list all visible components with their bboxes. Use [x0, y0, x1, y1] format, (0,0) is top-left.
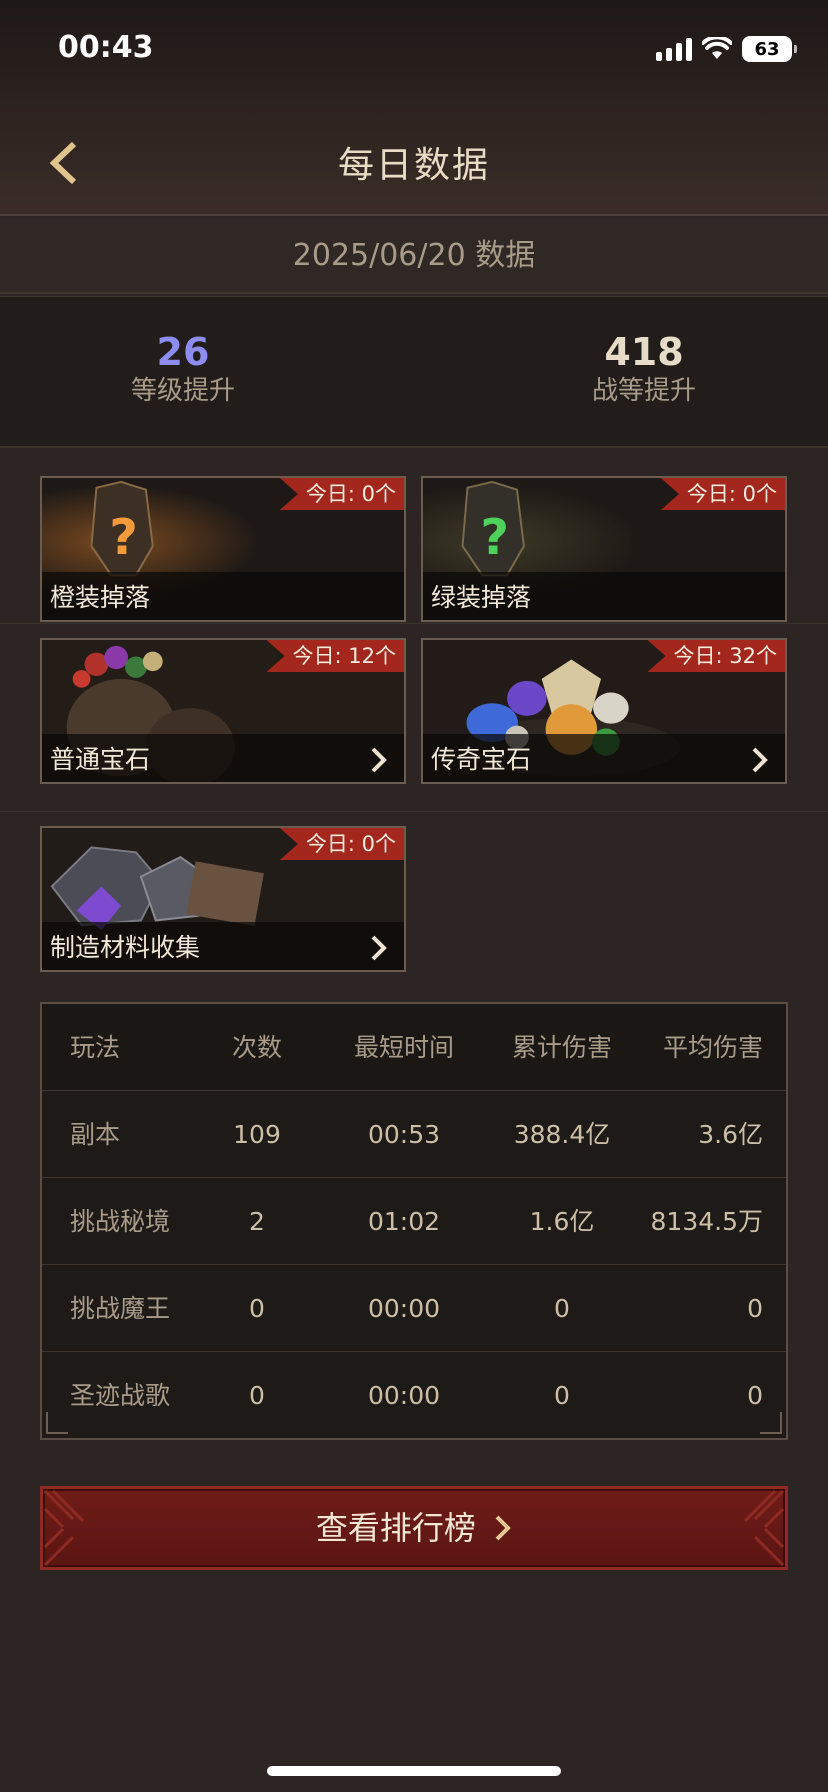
power-up-stat: 418 战等提升	[494, 331, 794, 409]
header-cell-count: 次数	[231, 1033, 282, 1062]
card-title: 橙装掉落	[50, 583, 151, 612]
cell-best-time: 01:02	[367, 1207, 441, 1236]
svg-text:?: ?	[480, 508, 509, 566]
cell-count: 109	[233, 1120, 281, 1149]
chevron-right-icon	[495, 1515, 511, 1541]
activity-stats-table: 玩法 次数 最短时间 累计伤害 平均伤害 副本 109 00:53 388.4亿…	[40, 1002, 788, 1440]
status-icons: 63	[656, 34, 797, 64]
cell-total-damage: 388.4亿	[513, 1120, 611, 1149]
cell-avg-damage: 8134.5万	[650, 1207, 763, 1236]
battery-icon: 63	[742, 36, 797, 62]
stats-panel: 26 等级提升 418 战等提升	[0, 296, 828, 448]
table-header-row: 玩法 次数 最短时间 累计伤害 平均伤害	[42, 1004, 786, 1091]
home-indicator[interactable]	[267, 1766, 561, 1776]
power-up-label: 战等提升	[591, 376, 696, 406]
table-row: 圣迹战歌 0 00:00 0 0	[42, 1352, 786, 1439]
drop-cards-area: ? 今日: 0个 橙装掉落 ? 今日: 0个 绿装掉落 今日: 12个 普通宝石…	[0, 450, 828, 1002]
cell-avg-damage: 0	[747, 1381, 763, 1410]
svg-text:?: ?	[109, 508, 138, 566]
today-count-badge: 今日: 12个	[266, 640, 404, 672]
chevron-right-icon	[371, 935, 387, 961]
card-crafting-materials[interactable]: 今日: 0个 制造材料收集	[40, 826, 406, 972]
today-count-badge: 今日: 0个	[660, 478, 785, 510]
cell-best-time: 00:53	[367, 1120, 441, 1149]
cell-best-time: 00:00	[367, 1381, 441, 1410]
card-normal-gems[interactable]: 今日: 12个 普通宝石	[40, 638, 406, 784]
cell-mode: 挑战魔王	[70, 1294, 171, 1323]
level-up-label: 等级提升	[130, 376, 235, 406]
wifi-icon	[702, 37, 732, 59]
cellular-signal-icon	[656, 37, 692, 61]
card-legendary-gems[interactable]: 今日: 32个 传奇宝石	[421, 638, 787, 784]
today-count-badge: 今日: 0个	[279, 478, 404, 510]
today-count-badge: 今日: 32个	[647, 640, 785, 672]
level-up-value: 26	[156, 330, 210, 374]
card-title: 制造材料收集	[50, 933, 201, 962]
daily-data-page: 00:43 63 每日数据 2025/06/20 数据 26 等级提升 418 …	[0, 0, 828, 1792]
cell-mode: 挑战秘境	[70, 1207, 171, 1236]
cell-count: 0	[249, 1294, 265, 1323]
header-cell-total-damage: 累计伤害	[511, 1033, 612, 1062]
header-cell-mode: 玩法	[70, 1033, 121, 1062]
cell-total-damage: 0	[554, 1381, 570, 1410]
chevron-right-icon	[752, 747, 768, 773]
battery-level: 63	[754, 38, 780, 60]
page-title: 每日数据	[337, 145, 490, 186]
cell-count: 2	[249, 1207, 265, 1236]
cell-mode: 圣迹战歌	[70, 1381, 171, 1410]
header-cell-best-time: 最短时间	[353, 1033, 454, 1062]
view-leaderboard-button[interactable]: 查看排行榜	[40, 1486, 788, 1570]
cell-mode: 副本	[70, 1120, 121, 1149]
table-row: 挑战魔王 0 00:00 0 0	[42, 1265, 786, 1352]
cell-avg-damage: 0	[747, 1294, 763, 1323]
cell-avg-damage: 3.6亿	[698, 1120, 763, 1149]
card-orange-drop[interactable]: ? 今日: 0个 橙装掉落	[40, 476, 406, 622]
date-label: 2025/06/20 数据	[0, 218, 828, 294]
card-green-drop[interactable]: ? 今日: 0个 绿装掉落	[421, 476, 787, 622]
header-cell-avg-damage: 平均伤害	[662, 1033, 763, 1062]
chevron-right-icon	[371, 747, 387, 773]
table-row: 挑战秘境 2 01:02 1.6亿 8134.5万	[42, 1178, 786, 1265]
level-up-stat: 26 等级提升	[33, 331, 333, 409]
cell-total-damage: 0	[554, 1294, 570, 1323]
today-count-badge: 今日: 0个	[279, 828, 404, 860]
card-title: 传奇宝石	[431, 745, 532, 774]
cell-total-damage: 1.6亿	[529, 1207, 595, 1236]
view-leaderboard-label: 查看排行榜	[315, 1509, 476, 1547]
cell-best-time: 00:00	[367, 1294, 441, 1323]
view-leaderboard-label-wrap: 查看排行榜	[43, 1489, 785, 1567]
card-title: 普通宝石	[50, 745, 151, 774]
power-up-value: 418	[604, 330, 684, 374]
cell-count: 0	[249, 1381, 265, 1410]
status-time: 00:43	[58, 30, 154, 65]
table-row: 副本 109 00:53 388.4亿 3.6亿	[42, 1091, 786, 1178]
card-title: 绿装掉落	[431, 583, 532, 612]
